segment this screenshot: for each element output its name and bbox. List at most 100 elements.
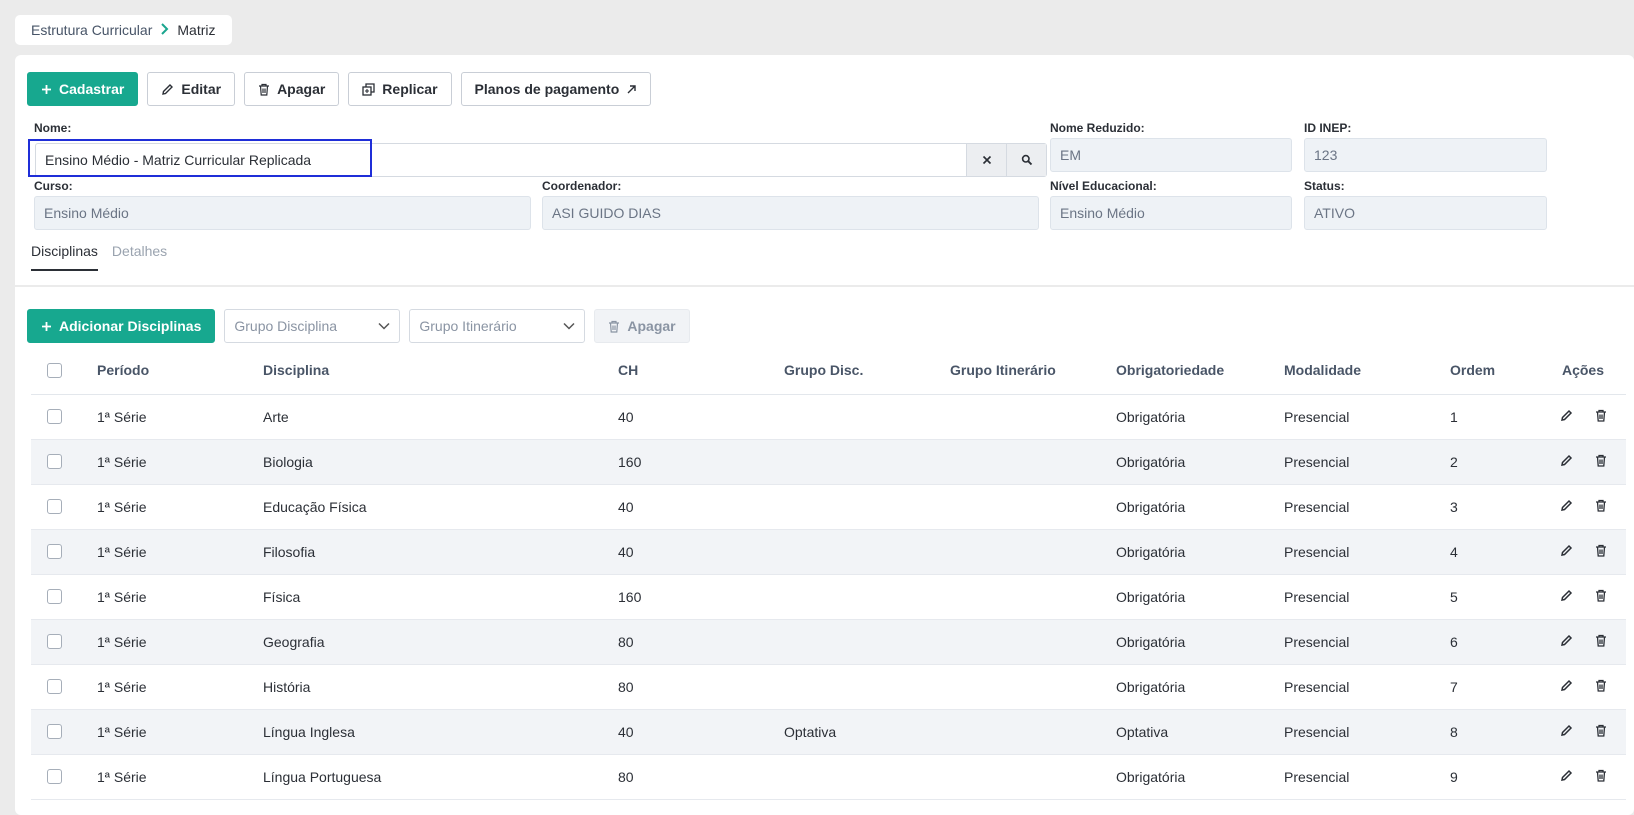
row-checkbox[interactable] [47,589,62,604]
cell-grupo_itin [950,619,1116,664]
pencil-icon [1560,454,1572,466]
delete-row-button[interactable] [1595,769,1607,785]
col-modalidade[interactable]: Modalidade [1284,347,1450,395]
grupo-disciplina-placeholder: Grupo Disciplina [234,318,338,334]
delete-row-button[interactable] [1595,679,1607,695]
coordenador-field[interactable]: ASI GUIDO DIAS [542,196,1039,230]
cell-ordem: 7 [1450,678,1458,695]
cell-ordem: 1 [1450,408,1458,425]
table-row[interactable]: 1ª Série Física 160 Obrigatória Presencial 5 [31,574,1626,619]
cell-ch: 160 [618,588,642,605]
select-all-checkbox[interactable] [47,362,62,378]
nome-input[interactable] [36,144,966,176]
cell-obrig: Obrigatória [1116,588,1186,605]
delete-row-button[interactable] [1595,724,1607,740]
row-checkbox[interactable] [47,769,62,784]
search-icon [1021,154,1032,166]
row-checkbox[interactable] [47,454,62,469]
cell-ordem: 5 [1450,588,1458,605]
col-periodo[interactable]: Período [97,347,263,395]
cell-ch: 80 [618,678,634,695]
grupo-itinerario-select[interactable]: Grupo Itinerário [409,309,586,343]
delete-row-button[interactable] [1595,409,1607,425]
adicionar-disciplinas-button[interactable]: Adicionar Disciplinas [27,309,216,343]
curso-field[interactable]: Ensino Médio [34,196,531,230]
table-row[interactable]: 1ª Série Geografia 80 Obrigatória Presencial… [31,619,1626,664]
cell-periodo: 1ª Série [97,709,263,754]
delete-row-button[interactable] [1595,544,1607,560]
nome-reduzido-field[interactable]: EM [1050,138,1292,172]
col-grupo-disc[interactable]: Grupo Disc. [784,347,950,395]
delete-row-button[interactable] [1595,589,1607,605]
table-row[interactable]: 1ª Série Biologia 160 Obrigatória Presencial… [31,439,1626,484]
trash-icon [1595,499,1606,512]
disciplinas-table: Período Disciplina CH Grupo Disc. Grupo … [31,347,1626,800]
cadastrar-button[interactable]: Cadastrar [27,72,139,106]
row-checkbox[interactable] [47,544,62,559]
id-inep-field[interactable]: 123 [1304,138,1547,172]
col-disciplina[interactable]: Disciplina [263,347,618,395]
apagar-disciplinas-label: Apagar [627,318,676,334]
planos-pagamento-button[interactable]: Planos de pagamento [460,72,652,106]
row-checkbox[interactable] [47,634,62,649]
pencil-icon [1560,544,1572,556]
edit-row-button[interactable] [1560,454,1573,470]
replicar-button[interactable]: Replicar [348,72,452,106]
delete-row-button[interactable] [1595,634,1607,650]
pencil-icon [1560,409,1572,421]
edit-row-button[interactable] [1560,544,1573,560]
delete-row-button[interactable] [1595,499,1607,515]
table-row[interactable]: 1ª Série Filosofia 40 Obrigatória Presencial… [31,529,1626,574]
tab-detalhes[interactable]: Detalhes [112,243,167,271]
cell-ch: 40 [618,529,784,574]
search-button[interactable] [1006,144,1046,176]
cell-ch: 80 [618,619,784,664]
row-checkbox[interactable] [47,724,62,739]
pencil-icon [1560,724,1572,736]
apagar-disciplinas-button[interactable]: Apagar [594,309,690,343]
nome-reduzido-label: Nome Reduzido: [1050,121,1145,135]
breadcrumb-parent[interactable]: Estrutura Curricular [31,22,152,38]
col-grupo-itinerario[interactable]: Grupo Itinerário [950,347,1116,395]
edit-row-button[interactable] [1560,409,1573,425]
edit-row-button[interactable] [1560,499,1573,515]
cell-grupo_disc [784,754,950,799]
col-obrigatoriedade[interactable]: Obrigatoriedade [1116,347,1284,395]
cell-disciplina: Língua Inglesa [263,709,618,754]
table-row[interactable]: 1ª Série Arte 40 Obrigatória Presencial 1 [31,394,1626,439]
row-checkbox[interactable] [47,499,62,514]
cell-disciplina: História [263,678,311,695]
replicar-label: Replicar [382,81,438,97]
cell-grupo_disc [784,394,950,439]
pencil-icon [162,83,174,95]
cell-ordem: 4 [1450,529,1540,574]
table-row[interactable]: 1ª Série Educação Física 40 Obrigatória Pres… [31,484,1626,529]
table-row[interactable]: 1ª Série Língua Portuguesa 80 Obrigatória Pr… [31,754,1626,799]
edit-row-button[interactable] [1560,679,1573,695]
table-row[interactable]: 1ª Série Língua Inglesa 40 Optativa Optativa… [31,709,1626,754]
coordenador-label: Coordenador: [542,179,622,193]
table-row[interactable]: 1ª Série História 80 Obrigatória Presencial 7 [31,664,1626,709]
col-ordem[interactable]: Ordem [1450,347,1540,395]
row-checkbox[interactable] [47,409,62,424]
cell-grupo_disc [784,619,950,664]
curso-label: Curso: [34,179,73,193]
edit-row-button[interactable] [1560,769,1573,785]
tab-disciplinas[interactable]: Disciplinas [31,243,98,271]
edit-row-button[interactable] [1560,634,1573,650]
row-checkbox[interactable] [47,679,62,694]
cell-periodo: 1ª Série [97,529,263,574]
nivel-educacional-field[interactable]: Ensino Médio [1050,196,1292,230]
edit-row-button[interactable] [1560,724,1573,740]
cell-ch: 40 [618,408,634,425]
status-field[interactable]: ATIVO [1304,196,1547,230]
delete-row-button[interactable] [1595,454,1607,470]
cell-grupo_disc: Optativa [784,709,950,754]
clear-button[interactable] [966,144,1006,176]
editar-button[interactable]: Editar [147,72,236,106]
grupo-disciplina-select[interactable]: Grupo Disciplina [224,309,401,343]
chevron-down-icon [563,322,575,330]
apagar-button[interactable]: Apagar [244,72,340,106]
edit-row-button[interactable] [1560,589,1573,605]
col-ch[interactable]: CH [618,347,784,395]
